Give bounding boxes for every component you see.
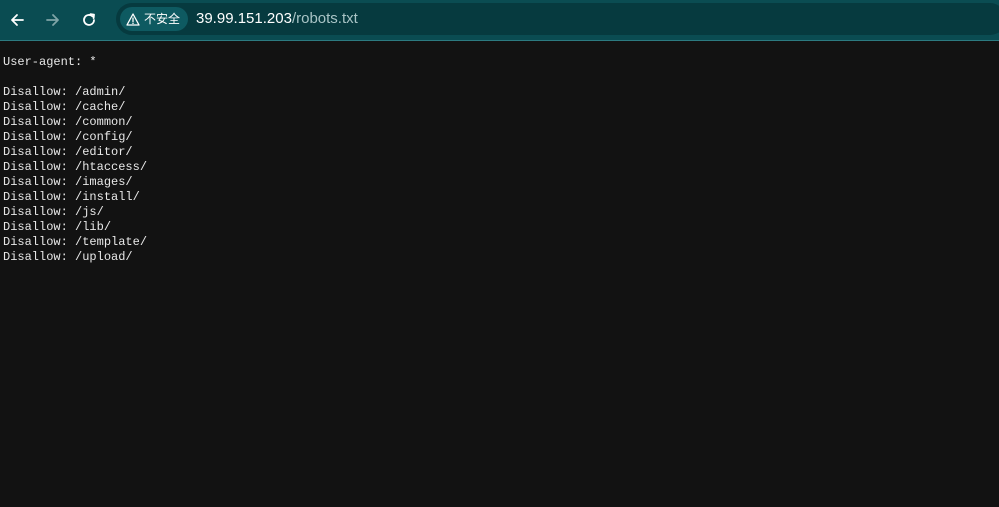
text-line: Disallow: /htaccess/ [3, 160, 148, 174]
text-line: Disallow: /cache/ [3, 100, 126, 114]
warning-triangle-icon [126, 12, 140, 26]
robots-txt-content: User-agent: * Disallow: /admin/ Disallow… [3, 55, 147, 265]
reload-button[interactable] [74, 5, 104, 35]
arrow-right-icon [46, 14, 59, 26]
arrow-left-icon [11, 14, 24, 26]
text-line: Disallow: /config/ [3, 130, 133, 144]
text-line: Disallow: /common/ [3, 115, 133, 129]
address-bar[interactable]: 不安全 39.99.151.203/robots.txt [116, 3, 999, 35]
text-line: User-agent: * [3, 55, 97, 69]
text-line: Disallow: /install/ [3, 190, 140, 204]
security-label: 不安全 [144, 12, 181, 26]
text-line: Disallow: /template/ [3, 235, 148, 249]
text-line: Disallow: /upload/ [3, 250, 133, 264]
url-text[interactable]: 39.99.151.203/robots.txt [196, 3, 358, 35]
reload-icon [83, 13, 95, 26]
url-path: /robots.txt [291, 10, 358, 27]
url-host: 39.99.151.203 [196, 10, 292, 27]
text-line: Disallow: /admin/ [3, 85, 126, 99]
text-line: Disallow: /editor/ [3, 145, 133, 159]
forward-button[interactable] [38, 5, 68, 35]
text-line: Disallow: /js/ [3, 205, 104, 219]
back-button[interactable] [2, 5, 32, 35]
text-line: Disallow: /lib/ [3, 220, 112, 234]
browser-toolbar: 不安全 39.99.151.203/robots.txt [0, 0, 999, 41]
text-line: Disallow: /images/ [3, 175, 133, 189]
site-security-button[interactable]: 不安全 [120, 7, 189, 31]
